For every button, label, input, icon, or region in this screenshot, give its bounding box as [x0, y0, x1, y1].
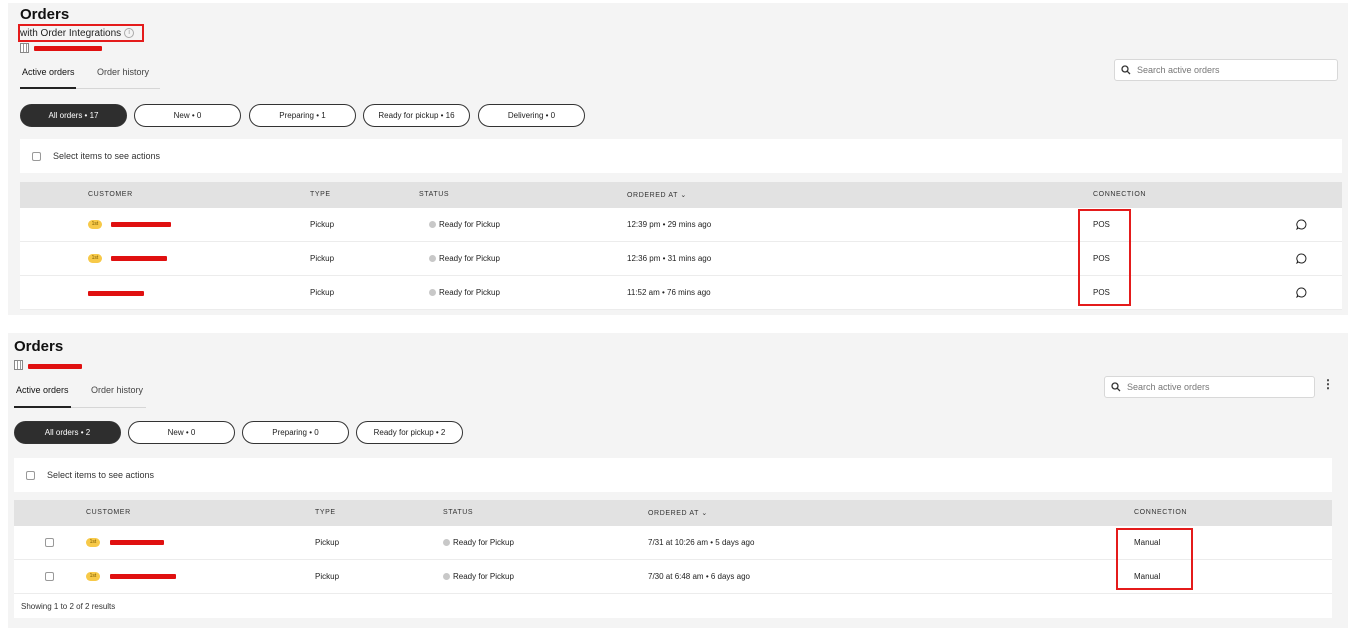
- column-ordered-at[interactable]: ORDERED AT ⌄: [627, 191, 687, 199]
- tab-active-orders[interactable]: Active orders: [16, 385, 69, 395]
- table-header: CUSTOMER TYPE STATUS ORDERED AT ⌄ CONNEC…: [14, 500, 1332, 526]
- orders-panel-integrations: Orders with Order Integrations i Active o…: [8, 3, 1348, 315]
- order-status: Ready for Pickup: [429, 288, 500, 297]
- redacted-store-name: [28, 364, 82, 369]
- ordered-at: 7/31 at 10:26 am • 5 days ago: [648, 538, 755, 547]
- tab-underline: [20, 87, 76, 89]
- search-input[interactable]: Search active orders: [1104, 376, 1315, 398]
- bulk-actions-bar: Select items to see actions: [14, 458, 1332, 492]
- annotation-box: [1116, 528, 1193, 590]
- first-order-badge: 1st: [88, 220, 102, 229]
- filter-new[interactable]: New • 0: [128, 421, 235, 444]
- first-order-badge: 1st: [88, 254, 102, 263]
- status-label: Ready for Pickup: [453, 572, 514, 581]
- filter-preparing[interactable]: Preparing • 0: [242, 421, 349, 444]
- order-type: Pickup: [315, 538, 340, 547]
- order-status: Ready for Pickup: [443, 538, 514, 547]
- filter-all-orders[interactable]: All orders • 2: [14, 421, 121, 444]
- order-type: Pickup: [310, 254, 335, 263]
- status-label: Ready for Pickup: [439, 220, 500, 229]
- more-options-icon[interactable]: ⋮: [1322, 377, 1334, 391]
- page-title: Orders: [20, 6, 70, 23]
- row-checkbox[interactable]: [45, 572, 54, 581]
- search-icon: [1111, 382, 1121, 392]
- status-dot-icon: [429, 289, 436, 296]
- tab-underline: [14, 406, 71, 408]
- filter-new[interactable]: New • 0: [134, 104, 241, 127]
- redacted-store-name: [34, 46, 102, 51]
- column-type[interactable]: TYPE: [315, 509, 336, 516]
- search-input[interactable]: Search active orders: [1114, 59, 1338, 81]
- status-dot-icon: [443, 539, 450, 546]
- tab-active-orders[interactable]: Active orders: [22, 67, 75, 77]
- pagination-summary: Showing 1 to 2 of 2 results: [14, 594, 1332, 618]
- filter-delivering[interactable]: Delivering • 0: [478, 104, 585, 127]
- status-label: Ready for Pickup: [439, 254, 500, 263]
- status-label: Ready for Pickup: [453, 538, 514, 547]
- redacted-customer-name: [111, 222, 171, 227]
- column-type[interactable]: TYPE: [310, 191, 331, 198]
- ordered-at: 12:36 pm • 31 mins ago: [627, 254, 712, 263]
- store-icon: [20, 43, 29, 53]
- column-connection[interactable]: CONNECTION: [1134, 509, 1187, 516]
- search-icon: [1121, 65, 1131, 75]
- orders-panel-manual: Orders Active orders Order history Searc…: [8, 333, 1348, 628]
- column-connection[interactable]: CONNECTION: [1093, 191, 1146, 198]
- redacted-customer-name: [110, 574, 176, 579]
- search-placeholder: Search active orders: [1127, 382, 1210, 392]
- status-dot-icon: [429, 221, 436, 228]
- bulk-actions-text: Select items to see actions: [53, 151, 161, 161]
- column-status[interactable]: STATUS: [443, 509, 473, 516]
- order-type: Pickup: [315, 572, 340, 581]
- ordered-at: 7/30 at 6:48 am • 6 days ago: [648, 572, 750, 581]
- select-all-checkbox[interactable]: [32, 151, 41, 161]
- first-order-badge: 1st: [86, 572, 100, 581]
- annotation-box: [1078, 209, 1131, 306]
- order-status: Ready for Pickup: [429, 254, 500, 263]
- table-header: CUSTOMER TYPE STATUS ORDERED AT ⌄ CONNEC…: [20, 182, 1342, 208]
- column-customer[interactable]: CUSTOMER: [86, 509, 131, 516]
- table-row[interactable]: 1st Pickup Ready for Pickup 12:36 pm • 3…: [20, 242, 1342, 276]
- ordered-at: 12:39 pm • 29 mins ago: [627, 220, 712, 229]
- column-ordered-at[interactable]: ORDERED AT ⌄: [648, 509, 708, 517]
- search-placeholder: Search active orders: [1137, 65, 1220, 75]
- row-checkbox[interactable]: [45, 538, 54, 547]
- filter-all-orders[interactable]: All orders • 17: [20, 104, 127, 127]
- status-dot-icon: [429, 255, 436, 262]
- order-status: Ready for Pickup: [443, 572, 514, 581]
- ordered-at: 11:52 am • 76 mins ago: [627, 288, 711, 297]
- status-label: Ready for Pickup: [439, 288, 500, 297]
- chat-icon[interactable]: [1296, 253, 1307, 264]
- filter-preparing[interactable]: Preparing • 1: [249, 104, 356, 127]
- order-status: Ready for Pickup: [429, 220, 500, 229]
- chat-icon[interactable]: [1296, 287, 1307, 298]
- redacted-customer-name: [110, 540, 164, 545]
- page-title: Orders: [14, 338, 64, 355]
- chat-icon[interactable]: [1296, 219, 1307, 230]
- redacted-customer-name: [111, 256, 167, 261]
- bulk-actions-text: Select items to see actions: [47, 470, 155, 480]
- annotation-box: [18, 24, 144, 42]
- store-icon: [14, 360, 23, 370]
- bulk-actions-bar: Select items to see actions: [20, 139, 1342, 173]
- table-row[interactable]: 1st Pickup Ready for Pickup 12:39 pm • 2…: [20, 208, 1342, 242]
- first-order-badge: 1st: [86, 538, 100, 547]
- order-type: Pickup: [310, 288, 335, 297]
- status-dot-icon: [443, 573, 450, 580]
- tab-order-history[interactable]: Order history: [97, 67, 149, 77]
- table-row[interactable]: Pickup Ready for Pickup 11:52 am • 76 mi…: [20, 276, 1342, 310]
- column-status[interactable]: STATUS: [419, 191, 449, 198]
- tab-order-history[interactable]: Order history: [91, 385, 143, 395]
- filter-ready-for-pickup[interactable]: Ready for pickup • 16: [363, 104, 470, 127]
- column-customer[interactable]: CUSTOMER: [88, 191, 133, 198]
- select-all-checkbox[interactable]: [26, 470, 35, 480]
- redacted-customer-name: [88, 291, 144, 296]
- order-type: Pickup: [310, 220, 335, 229]
- filter-ready-for-pickup[interactable]: Ready for pickup • 2: [356, 421, 463, 444]
